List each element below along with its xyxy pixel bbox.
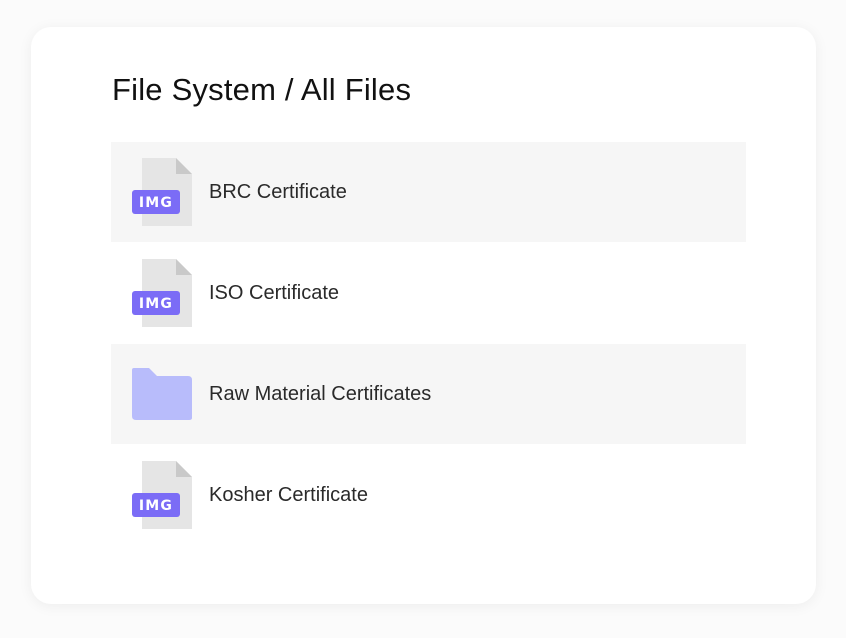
breadcrumb: File System / All Files (112, 72, 412, 107)
list-item-kosher-certificate[interactable]: IMG Kosher Certificate (111, 445, 746, 545)
file-browser-card: File System / All Files IMG BRC Certific… (31, 27, 816, 604)
img-badge-text: IMG (139, 498, 173, 514)
image-file-icon: IMG (132, 259, 192, 327)
folder-name: Raw Material Certificates (209, 382, 432, 405)
list-item-raw-material-certificates[interactable]: Raw Material Certificates (111, 344, 746, 444)
file-name: BRC Certificate (209, 180, 347, 203)
list-item-iso-certificate[interactable]: IMG ISO Certificate (111, 243, 746, 343)
file-list: IMG BRC Certificate IMG ISO Certificate (111, 142, 746, 546)
img-badge-text: IMG (139, 195, 173, 211)
folder-icon (132, 360, 192, 428)
list-item-brc-certificate[interactable]: IMG BRC Certificate (111, 142, 746, 242)
file-name: ISO Certificate (209, 281, 340, 304)
image-file-icon: IMG (132, 461, 192, 529)
image-file-icon: IMG (132, 158, 192, 226)
file-name: Kosher Certificate (209, 483, 368, 506)
img-badge-text: IMG (139, 296, 173, 312)
